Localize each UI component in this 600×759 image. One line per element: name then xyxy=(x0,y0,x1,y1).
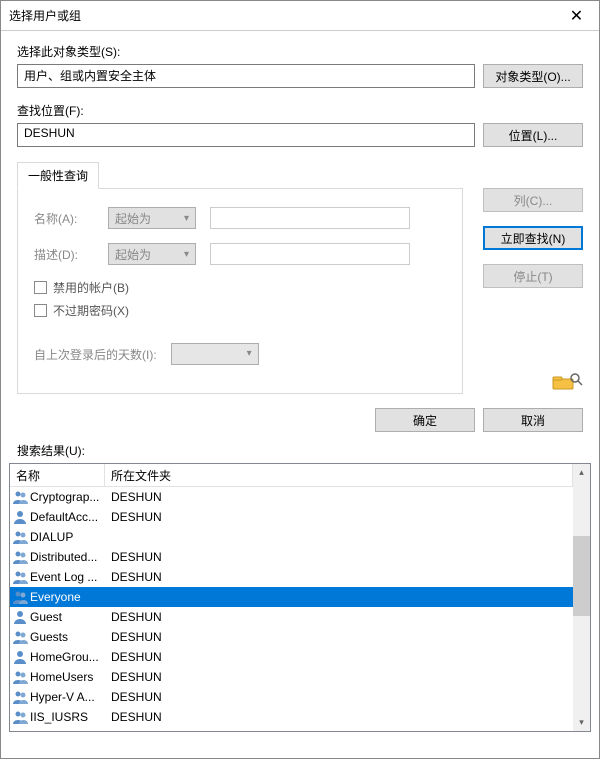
days-since-login-label: 自上次登录后的天数(I): xyxy=(34,346,157,363)
description-input[interactable] xyxy=(210,243,410,265)
days-since-login-combo[interactable]: ▾ xyxy=(171,343,259,365)
item-folder: DESHUN xyxy=(107,630,162,644)
chevron-down-icon: ▾ xyxy=(184,213,189,224)
cancel-button[interactable]: 取消 xyxy=(483,408,583,432)
item-folder: DESHUN xyxy=(107,610,162,624)
stop-button[interactable]: 停止(T) xyxy=(483,264,583,288)
list-item[interactable]: GuestDESHUN xyxy=(10,607,573,627)
location-label: 查找位置(F): xyxy=(17,102,583,119)
chevron-down-icon: ▾ xyxy=(184,249,189,260)
chevron-down-icon: ▾ xyxy=(247,348,252,359)
group-icon xyxy=(12,589,28,605)
user-icon xyxy=(12,649,28,665)
description-label: 描述(D): xyxy=(34,246,94,263)
list-item[interactable]: Event Log ...DESHUN xyxy=(10,567,573,587)
item-name: Cryptograp... xyxy=(30,490,107,504)
column-name[interactable]: 名称 xyxy=(10,464,105,486)
disabled-accounts-checkbox[interactable] xyxy=(34,281,47,294)
group-icon xyxy=(12,709,28,725)
item-folder: DESHUN xyxy=(107,650,162,664)
columns-button[interactable]: 列(C)... xyxy=(483,188,583,212)
window-title: 选择用户或组 xyxy=(1,7,554,24)
item-folder: DESHUN xyxy=(107,550,162,564)
pwd-no-expire-label: 不过期密码(X) xyxy=(53,302,129,319)
find-now-button[interactable]: 立即查找(N) xyxy=(483,226,583,250)
list-item[interactable]: HomeGrou...DESHUN xyxy=(10,647,573,667)
locations-button[interactable]: 位置(L)... xyxy=(483,123,583,147)
item-folder: DESHUN xyxy=(107,690,162,704)
item-name: HomeUsers xyxy=(30,670,107,684)
scroll-down-button[interactable]: ▾ xyxy=(573,714,590,731)
item-name: Guests xyxy=(30,630,107,644)
group-icon xyxy=(12,569,28,585)
close-button[interactable]: ✕ xyxy=(554,1,599,31)
item-name: Hyper-V A... xyxy=(30,690,107,704)
item-name: Everyone xyxy=(30,590,107,604)
item-folder: DESHUN xyxy=(107,710,162,724)
item-folder: DESHUN xyxy=(107,510,162,524)
item-name: Guest xyxy=(30,610,107,624)
disabled-accounts-label: 禁用的帐户(B) xyxy=(53,279,129,296)
group-icon xyxy=(12,689,28,705)
user-icon xyxy=(12,609,28,625)
list-item[interactable]: Hyper-V A...DESHUN xyxy=(10,687,573,707)
group-icon xyxy=(12,549,28,565)
item-name: DefaultAcc... xyxy=(30,510,107,524)
item-name: Event Log ... xyxy=(30,570,107,584)
tab-common-queries[interactable]: 一般性查询 xyxy=(17,162,99,189)
name-match-combo[interactable]: 起始为▾ xyxy=(108,207,196,229)
results-list: 名称 所在文件夹 Cryptograp...DESHUNDefaultAcc..… xyxy=(9,463,591,732)
name-input[interactable] xyxy=(210,207,410,229)
list-item[interactable]: IIS_IUSRSDESHUN xyxy=(10,707,573,727)
object-type-field[interactable]: 用户、组或内置安全主体 xyxy=(17,64,475,88)
item-folder: DESHUN xyxy=(107,570,162,584)
vertical-scrollbar[interactable]: ▴ ▾ xyxy=(573,464,590,731)
list-item[interactable]: Distributed...DESHUN xyxy=(10,547,573,567)
location-field[interactable]: DESHUN xyxy=(17,123,475,147)
list-item[interactable]: DefaultAcc...DESHUN xyxy=(10,507,573,527)
ok-button[interactable]: 确定 xyxy=(375,408,475,432)
query-panel: 名称(A): 起始为▾ 描述(D): 起始为▾ 禁用的帐户(B) 不过期密码(X… xyxy=(17,188,463,394)
item-name: IIS_IUSRS xyxy=(30,710,107,724)
list-item[interactable]: Cryptograp...DESHUN xyxy=(10,487,573,507)
scroll-up-button[interactable]: ▴ xyxy=(573,464,590,481)
list-item[interactable]: GuestsDESHUN xyxy=(10,627,573,647)
item-folder: DESHUN xyxy=(107,490,162,504)
user-icon xyxy=(12,509,28,525)
search-folder-icon xyxy=(551,371,583,394)
list-item[interactable]: HomeUsersDESHUN xyxy=(10,667,573,687)
scroll-thumb[interactable] xyxy=(573,536,590,616)
list-item[interactable]: Everyone xyxy=(10,587,573,607)
name-label: 名称(A): xyxy=(34,210,94,227)
item-name: HomeGrou... xyxy=(30,650,107,664)
query-tabs: 一般性查询 名称(A): 起始为▾ 描述(D): 起始为▾ 禁用的帐户(B) xyxy=(17,161,583,394)
group-icon xyxy=(12,629,28,645)
column-folder[interactable]: 所在文件夹 xyxy=(105,464,573,486)
group-icon xyxy=(12,529,28,545)
object-types-button[interactable]: 对象类型(O)... xyxy=(483,64,583,88)
pwd-no-expire-checkbox[interactable] xyxy=(34,304,47,317)
results-headers: 名称 所在文件夹 xyxy=(10,464,573,487)
titlebar: 选择用户或组 ✕ xyxy=(1,1,599,31)
group-icon xyxy=(12,489,28,505)
results-label: 搜索结果(U): xyxy=(1,442,599,463)
group-icon xyxy=(12,669,28,685)
item-name: DIALUP xyxy=(30,530,107,544)
item-folder: DESHUN xyxy=(107,670,162,684)
description-match-combo[interactable]: 起始为▾ xyxy=(108,243,196,265)
item-name: Distributed... xyxy=(30,550,107,564)
list-item[interactable]: DIALUP xyxy=(10,527,573,547)
object-type-label: 选择此对象类型(S): xyxy=(17,43,583,60)
